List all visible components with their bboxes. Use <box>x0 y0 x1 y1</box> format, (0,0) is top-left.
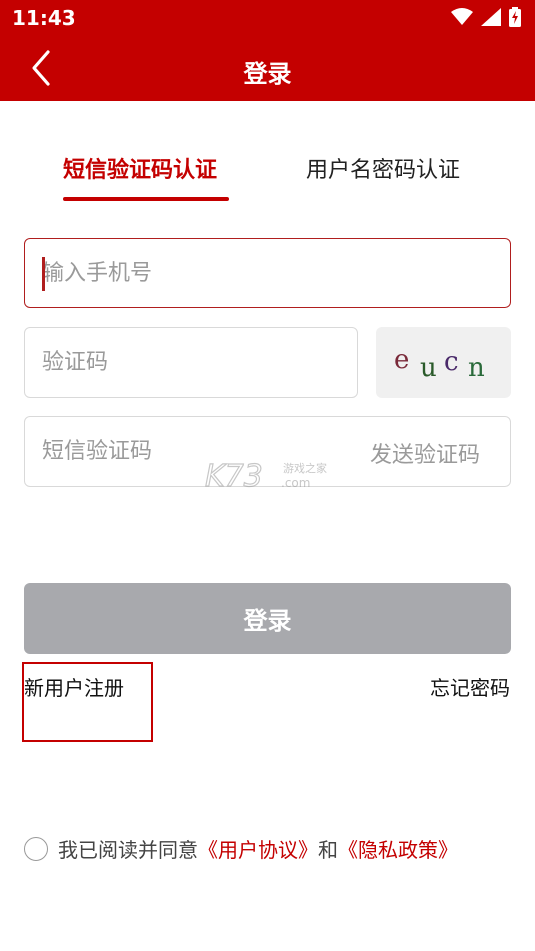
auth-tabs: 短信验证码认证 用户名密码认证 <box>0 138 535 202</box>
captcha-char: c <box>444 347 459 377</box>
page-title: 登录 <box>243 60 292 88</box>
watermark-brand: K73 <box>205 460 263 490</box>
agreement-conj: 和 <box>318 838 338 862</box>
battery-charging-icon <box>509 7 521 27</box>
nav-bar: 登录 <box>0 36 535 101</box>
agreement-prefix: 我已阅读并同意 <box>58 838 198 862</box>
captcha-field <box>24 327 358 398</box>
status-icons <box>451 6 521 28</box>
watermark-domain: .com <box>281 476 310 490</box>
captcha-char: u <box>420 353 437 383</box>
highlight-box <box>22 662 153 742</box>
captcha-char: n <box>468 353 485 383</box>
agreement-row: 我已阅读并同意 《用户协议》 和 《隐私政策》 <box>24 834 458 863</box>
captcha-input[interactable] <box>25 328 357 397</box>
app-header: 11:43 登录 <box>0 0 535 101</box>
forgot-password-link[interactable]: 忘记密码 <box>430 672 510 701</box>
tab-sms-verification[interactable]: 短信验证码认证 <box>63 152 217 184</box>
active-tab-indicator <box>63 197 229 201</box>
phone-input[interactable] <box>25 239 510 307</box>
text-caret <box>42 257 45 291</box>
wifi-icon <box>451 8 473 25</box>
status-bar: 11:43 <box>0 0 535 36</box>
phone-field <box>24 238 511 308</box>
captcha-char: e <box>394 345 410 375</box>
send-code-button[interactable]: 发送验证码 <box>370 437 480 469</box>
tab-username-password[interactable]: 用户名密码认证 <box>306 152 460 184</box>
watermark-subtitle: 游戏之家 <box>283 461 327 475</box>
status-time: 11:43 <box>12 6 76 30</box>
agreement-radio[interactable] <box>24 836 48 861</box>
user-agreement-link[interactable]: 《用户协议》 <box>198 834 318 863</box>
captcha-image[interactable]: e u c n <box>376 327 511 398</box>
login-button[interactable]: 登录 <box>24 583 511 654</box>
privacy-policy-link[interactable]: 《隐私政策》 <box>338 834 458 863</box>
cell-signal-icon <box>481 8 501 26</box>
k73-watermark-logo: K73 游戏之家 .com <box>205 460 327 490</box>
